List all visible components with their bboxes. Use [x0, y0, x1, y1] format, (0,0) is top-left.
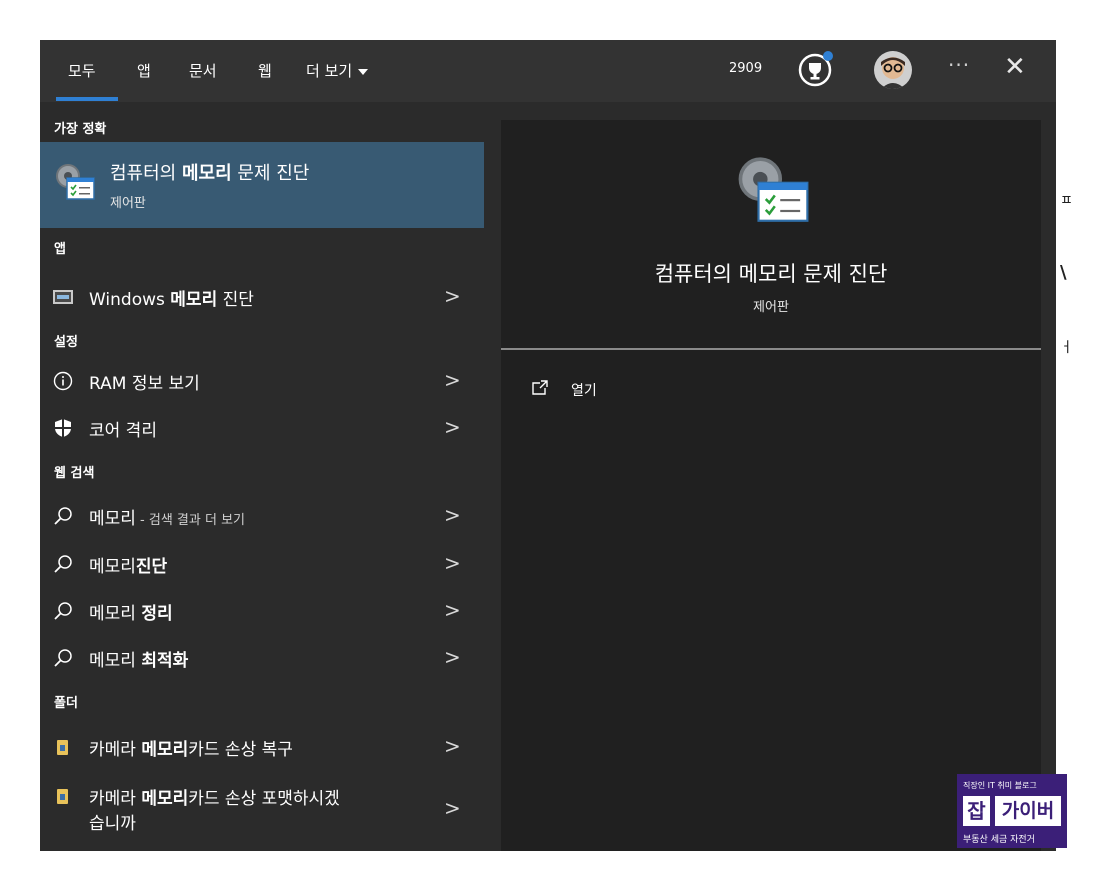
background-page	[1056, 40, 1104, 851]
chevron-right-icon[interactable]: >	[444, 645, 461, 669]
blog-watermark-logo: 직장인 IT 취미 블로그 잡 가이버 부동산 세금 자전거	[957, 774, 1067, 848]
web-result-item[interactable]: 메모리진단 >	[40, 542, 484, 586]
folder-result-item[interactable]: 카메라 메모리카드 손상 복구 >	[40, 725, 484, 769]
section-header-settings: 설정	[54, 335, 78, 350]
result-label: 메모리 - 검색 결과 더 보기	[89, 509, 245, 529]
rewards-points: 2909	[729, 61, 763, 76]
chevron-right-icon[interactable]: >	[444, 598, 461, 622]
tab-more-label: 더 보기	[306, 62, 353, 80]
result-label: 메모리 정리	[89, 604, 173, 624]
section-header-best-match: 가장 정확	[54, 122, 107, 137]
result-item-ram-info[interactable]: RAM 정보 보기 >	[40, 359, 484, 403]
background-text-fragment: ㅍ	[1060, 193, 1073, 209]
result-label: RAM 정보 보기	[89, 374, 200, 394]
app-icon	[53, 290, 73, 304]
best-match-item[interactable]: 컴퓨터의 메모리 문제 진단 제어판	[40, 142, 484, 228]
chevron-right-icon[interactable]: >	[444, 796, 461, 820]
result-label: 카메라 메모리카드 손상 복구	[89, 740, 293, 760]
result-label: 코어 격리	[89, 421, 157, 441]
user-avatar[interactable]	[874, 51, 912, 89]
search-icon	[54, 555, 72, 573]
info-icon	[53, 371, 73, 391]
result-label-line2: 습니까	[89, 814, 136, 834]
best-match-title: 컴퓨터의 메모리 문제 진단	[110, 163, 310, 184]
section-header-apps: 앱	[54, 242, 66, 257]
folder-result-item[interactable]: 카메라 메모리카드 손상 포맷하시겠 습니까 >	[40, 774, 484, 846]
chevron-right-icon[interactable]: >	[444, 503, 461, 527]
section-header-folders: 폴더	[54, 696, 78, 711]
result-item-core-isolation[interactable]: 코어 격리 >	[40, 406, 484, 450]
result-label: 메모리 최적화	[89, 651, 189, 671]
tab-documents[interactable]: 문서	[189, 60, 217, 81]
tab-more[interactable]: 더 보기	[306, 60, 369, 81]
preview-pane: 컴퓨터의 메모리 문제 진단 제어판 열기	[501, 120, 1041, 851]
web-result-item[interactable]: 메모리 정리 >	[40, 589, 484, 633]
memory-diagnostic-icon	[56, 164, 95, 200]
memory-diagnostic-large-icon	[738, 157, 809, 222]
active-tab-indicator	[56, 97, 118, 101]
search-icon	[54, 602, 72, 620]
caret-down-icon	[358, 68, 369, 75]
folder-icon	[57, 789, 68, 804]
chevron-right-icon[interactable]: >	[444, 368, 461, 392]
open-label: 열기	[571, 383, 597, 399]
result-item-windows-memory-diagnostic[interactable]: Windows 메모리 진단 >	[40, 275, 484, 319]
web-result-item[interactable]: 메모리 최적화 >	[40, 636, 484, 680]
search-icon	[54, 649, 72, 667]
chevron-right-icon[interactable]: >	[444, 551, 461, 575]
result-label: 메모리진단	[89, 557, 168, 577]
rewards-trophy-icon[interactable]	[798, 51, 834, 87]
folder-icon	[57, 740, 68, 755]
web-result-item[interactable]: 메모리 - 검색 결과 더 보기 >	[40, 494, 484, 538]
tab-web[interactable]: 웹	[258, 60, 272, 81]
background-text-fragment: \	[1060, 262, 1067, 283]
close-icon[interactable]: ✕	[1004, 52, 1026, 82]
shield-icon	[55, 419, 71, 437]
search-icon	[54, 507, 72, 525]
top-bar: 모두 앱 문서 웹 더 보기 2909 ··· ✕	[40, 40, 1056, 102]
tab-apps[interactable]: 앱	[137, 60, 151, 81]
tab-all[interactable]: 모두	[68, 60, 96, 81]
best-match-subtitle: 제어판	[110, 196, 146, 211]
background-text-fragment: ㅓ	[1060, 340, 1073, 356]
result-label: Windows 메모리 진단	[89, 290, 254, 310]
chevron-right-icon[interactable]: >	[444, 734, 461, 758]
chevron-right-icon[interactable]: >	[444, 284, 461, 308]
result-label: 카메라 메모리카드 손상 포맷하시겠	[89, 789, 340, 809]
open-external-icon	[532, 380, 548, 395]
preview-subtitle: 제어판	[753, 300, 789, 315]
search-panel: 모두 앱 문서 웹 더 보기 2909 ··· ✕ 가장 정확 컴퓨터의 메모리…	[40, 40, 1056, 851]
section-header-web-search: 웹 검색	[54, 466, 95, 481]
chevron-right-icon[interactable]: >	[444, 415, 461, 439]
preview-header: 컴퓨터의 메모리 문제 진단 제어판	[501, 120, 1041, 348]
results-list: 가장 정확 컴퓨터의 메모리 문제 진단 제어판 앱 Windows 메모리 진…	[40, 102, 484, 851]
preview-title: 컴퓨터의 메모리 문제 진단	[654, 262, 888, 286]
more-options-icon[interactable]: ···	[948, 53, 970, 77]
